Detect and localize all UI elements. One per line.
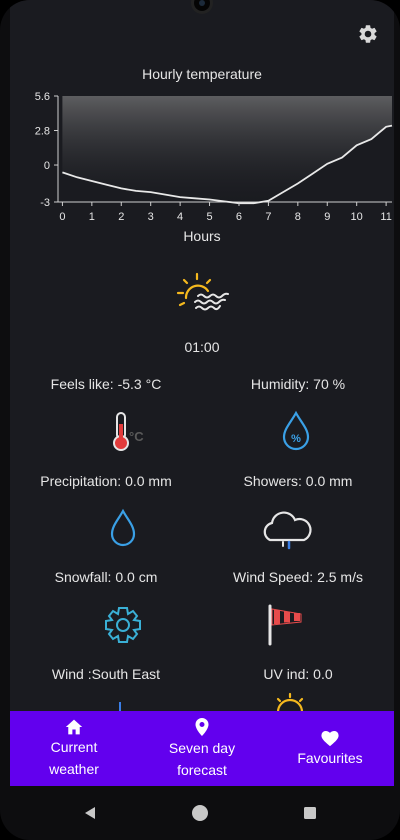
back-icon [85, 807, 95, 819]
snowfall-label: Snowfall: 0.0 cm [54, 569, 158, 585]
raindrop-icon [110, 508, 136, 547]
x-tick-label: 4 [177, 211, 183, 223]
thermometer-icon: °C [113, 412, 144, 451]
nav-seven-day-forecast[interactable]: Seven day forecast [138, 711, 266, 786]
nav-seven-day-forecast-label: Seven day forecast [168, 739, 236, 778]
gear-snowflake-icon [105, 607, 141, 643]
humidity-label: Humidity: 70 % [250, 376, 346, 392]
x-tick-label: 6 [236, 211, 242, 223]
system-navigation-bar [0, 786, 400, 840]
x-tick-label: 7 [265, 211, 271, 223]
y-tick-label: 0 [44, 160, 50, 172]
x-tick-label: 8 [295, 211, 301, 223]
nav-current-weather[interactable]: Current weather [10, 711, 138, 786]
phone-frame: Hourly temperature 5.6 2.8 0 -3 0 1 2 3 4 5 6 7 8 9 10… [0, 0, 400, 840]
nav-favourites[interactable]: Favourites [266, 711, 394, 786]
system-back-button[interactable] [35, 793, 145, 833]
x-tick-label: 10 [351, 211, 363, 223]
x-axis-title: Hours [183, 228, 221, 244]
y-tick-label: 5.6 [35, 91, 50, 103]
system-recents-button[interactable] [255, 793, 365, 833]
settings-button[interactable] [354, 20, 382, 48]
showers-label: Showers: 0.0 mm [243, 473, 353, 489]
windsock-icon [268, 604, 302, 646]
precipitation-label: Precipitation: 0.0 mm [40, 473, 172, 489]
humidity-symbol: % [291, 433, 301, 445]
humidity-drop-icon: % [282, 410, 310, 451]
y-tick-label: 2.8 [35, 126, 50, 138]
wind-direction-label: Wind :South East [51, 666, 161, 682]
uv-index-label: UV ind: 0.0 [263, 666, 333, 682]
temperature-chart: 5.6 2.8 0 -3 0 1 2 3 4 5 6 7 8 9 10 11 [35, 91, 393, 223]
y-tick-label: -3 [40, 197, 50, 209]
system-home-button[interactable] [145, 793, 255, 833]
x-tick-label: 2 [118, 211, 124, 223]
recents-icon [304, 807, 316, 819]
app-screen: Hourly temperature 5.6 2.8 0 -3 0 1 2 3 4 5 6 7 8 9 10… [10, 0, 394, 786]
nav-current-weather-label: Current weather [49, 738, 99, 777]
chart-title: Hourly temperature [142, 66, 262, 82]
feels-like-label: Feels like: -5.3 °C [50, 376, 162, 392]
location-pin-icon [195, 717, 209, 736]
sun-icon [276, 692, 304, 712]
x-tick-label: 9 [324, 211, 330, 223]
heart-icon [321, 730, 339, 746]
x-tick-label: 5 [206, 211, 212, 223]
x-tick-label: 0 [59, 211, 65, 223]
gear-icon [359, 25, 377, 43]
wind-speed-label: Wind Speed: 2.5 m/s [233, 569, 363, 585]
home-circle-icon [192, 805, 208, 821]
thermometer-unit: °C [129, 429, 144, 444]
sun-fog-icon [176, 272, 229, 311]
forecast-time: 01:00 [184, 339, 220, 355]
x-tick-label: 1 [89, 211, 95, 223]
home-icon [65, 719, 83, 734]
bottom-navigation: Current weather Seven day forecast Favou… [10, 711, 394, 786]
temperature-area [62, 96, 393, 204]
nav-favourites-label: Favourites [297, 749, 363, 766]
x-tick-label: 3 [148, 211, 154, 223]
x-tick-label: 11 [380, 211, 391, 223]
cloud-rain-icon [263, 511, 312, 550]
